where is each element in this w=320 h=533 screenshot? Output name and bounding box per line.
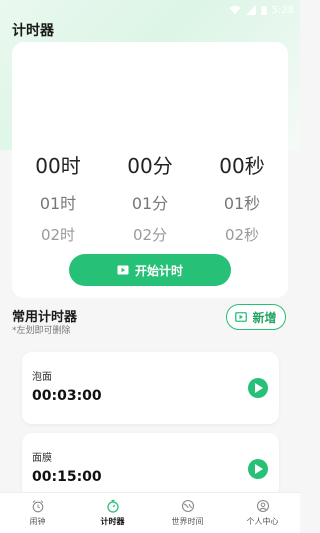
timer-card[interactable]: 面膜 00:15:00 xyxy=(22,433,279,497)
signal-icon xyxy=(245,5,256,15)
hours-option[interactable]: 02时 xyxy=(12,224,104,245)
timer-name: 泡面 xyxy=(32,372,52,383)
alarm-icon xyxy=(32,500,43,513)
hours-option[interactable]: 01时 xyxy=(12,190,104,214)
time-picker[interactable]: 00时 00分 00秒 01时 01分 01秒 02时 02分 02秒 开始计时 xyxy=(12,42,288,298)
tab-world-time[interactable]: 世界时间 xyxy=(150,493,225,533)
tab-label: 闹钟 xyxy=(29,517,46,526)
video-play-icon xyxy=(117,265,129,275)
add-timer-label: 新增 xyxy=(252,310,277,325)
profile-icon xyxy=(256,499,269,513)
video-play-icon xyxy=(235,312,248,322)
timer-name: 面膜 xyxy=(32,453,52,464)
minutes-value[interactable]: 00分 xyxy=(104,150,196,179)
play-icon xyxy=(255,383,263,393)
status-bar: 5:28 xyxy=(229,2,294,18)
picker-next-row[interactable]: 01时 01分 01秒 xyxy=(12,190,288,214)
battery-icon xyxy=(261,6,267,15)
tab-label: 个人中心 xyxy=(246,517,279,526)
tab-alarm[interactable]: 闹钟 xyxy=(0,493,75,533)
seconds-option[interactable]: 02秒 xyxy=(196,224,288,245)
seconds-value[interactable]: 00秒 xyxy=(196,150,288,179)
add-timer-button[interactable]: 新增 xyxy=(226,304,286,330)
timer-duration: 00:03:00 xyxy=(32,388,102,404)
timer-card[interactable]: 泡面 00:03:00 xyxy=(22,352,279,424)
stopwatch-icon xyxy=(106,499,119,513)
hours-value[interactable]: 00时 xyxy=(12,150,104,179)
timer-duration: 00:15:00 xyxy=(32,469,102,485)
picker-selected-row[interactable]: 00时 00分 00秒 xyxy=(12,150,288,179)
minutes-option[interactable]: 01分 xyxy=(104,190,196,214)
tab-profile[interactable]: 个人中心 xyxy=(225,493,300,533)
seconds-option[interactable]: 01秒 xyxy=(196,190,288,214)
play-icon xyxy=(255,464,263,474)
section-hint: *左划即可删除 xyxy=(12,326,71,336)
play-button[interactable] xyxy=(248,459,268,479)
play-button[interactable] xyxy=(248,378,268,398)
status-time: 5:28 xyxy=(271,4,294,16)
wifi-icon xyxy=(229,5,241,14)
globe-icon xyxy=(181,499,194,513)
minutes-option[interactable]: 02分 xyxy=(104,224,196,245)
tab-label: 计时器 xyxy=(100,517,125,526)
tab-label: 世界时间 xyxy=(171,517,204,526)
page-title: 计时器 xyxy=(12,23,54,39)
picker-next2-row[interactable]: 02时 02分 02秒 xyxy=(12,224,288,245)
start-timer-label: 开始计时 xyxy=(134,263,183,278)
tab-timer[interactable]: 计时器 xyxy=(75,493,150,533)
start-timer-button[interactable]: 开始计时 xyxy=(69,254,231,286)
bottom-tab-bar: 闹钟 计时器 世界时间 个人中心 xyxy=(0,492,300,533)
